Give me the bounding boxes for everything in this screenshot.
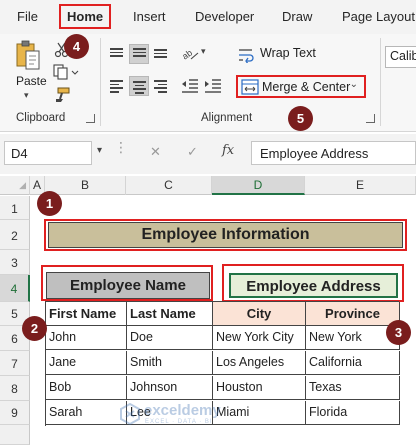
decrease-indent-icon (182, 79, 198, 93)
increase-indent-icon (205, 79, 221, 93)
table-cell[interactable]: Jane (46, 351, 127, 375)
orientation-chevron-down-icon[interactable]: ▾ (201, 46, 206, 57)
menu-bar: File Home Insert Developer Draw Page Lay… (0, 0, 416, 34)
formula-bar-handle-icon: ⋮ (114, 139, 128, 155)
row-header-4[interactable]: 4 (0, 275, 30, 302)
menu-file[interactable]: File (17, 9, 38, 24)
table-cell[interactable]: Bob (46, 376, 127, 400)
formula-buttons: ✕ ✓ fx (140, 141, 244, 165)
row-header-9[interactable]: 9 (0, 401, 30, 425)
enter-icon[interactable]: ✓ (187, 144, 198, 160)
formula-input[interactable]: Employee Address (251, 141, 416, 165)
table-cell[interactable]: California (306, 351, 400, 375)
menu-insert[interactable]: Insert (133, 9, 166, 24)
paste-chevron-down-icon[interactable]: ▾ (24, 90, 29, 101)
name-box-chevron-down-icon[interactable]: ▾ (97, 145, 102, 156)
row-header-2[interactable]: 2 (0, 220, 30, 250)
watermark-brand: exceldemy (144, 402, 221, 419)
middle-align-button[interactable] (129, 44, 149, 64)
merge-center-label[interactable]: Merge & Center (262, 80, 350, 94)
align-right-button[interactable] (151, 76, 171, 96)
table-cell[interactable]: John (46, 326, 127, 350)
table-cell[interactable]: Los Angeles (213, 351, 306, 375)
callout-badge-2: 2 (22, 316, 47, 341)
clipboard-group-label: Clipboard (16, 112, 66, 124)
row-header-10[interactable] (0, 425, 30, 445)
table-cell[interactable]: Johnson (127, 376, 213, 400)
table-cell[interactable]: Smith (127, 351, 213, 375)
alignment-launcher-icon[interactable] (366, 114, 375, 123)
table-header-city[interactable]: City (213, 302, 306, 326)
callout-badge-4: 4 (64, 34, 89, 59)
ribbon-separator (100, 38, 101, 126)
ribbon: Paste ▾ Clipboard ab ▾ Wrap Text Merge &… (0, 34, 416, 132)
watermark-tagline: EXCEL · DATA · BI (145, 419, 213, 425)
employee-information-title[interactable]: Employee Information (48, 222, 403, 248)
callout-badge-1: 1 (37, 191, 62, 216)
decrease-indent-button[interactable] (180, 76, 200, 96)
callout-badge-3: 3 (386, 320, 411, 345)
callout-badge-5: 5 (288, 106, 313, 131)
row-header-8[interactable]: 8 (0, 376, 30, 401)
row-header-1[interactable]: 1 (0, 196, 30, 220)
copy-icon[interactable] (53, 64, 79, 80)
bottom-align-button[interactable] (151, 44, 171, 64)
insert-function-icon[interactable]: fx (222, 143, 234, 158)
table-cell[interactable]: Houston (213, 376, 306, 400)
menu-page-layout[interactable]: Page Layout (342, 9, 415, 24)
increase-indent-button[interactable] (203, 76, 223, 96)
menu-developer[interactable]: Developer (195, 9, 254, 24)
alignment-group-label: Alignment (201, 112, 253, 124)
paste-label[interactable]: Paste (16, 74, 47, 88)
select-all-corner[interactable]: ◢ (0, 176, 30, 195)
svg-text:ab: ab (180, 48, 194, 62)
employee-name-header[interactable]: Employee Name (46, 272, 210, 299)
format-painter-icon[interactable] (53, 87, 71, 103)
table-cell[interactable]: Doe (127, 326, 213, 350)
ribbon-separator (380, 38, 381, 126)
table-cell[interactable]: Texas (306, 376, 400, 400)
merge-chevron-down-icon[interactable]: ⌄ (350, 79, 358, 90)
clipboard-icon (16, 40, 40, 70)
table-header-first-name[interactable]: First Name (46, 302, 127, 326)
formula-bar: D4 ▾ ⋮ ✕ ✓ fx Employee Address (0, 134, 416, 174)
table-cell[interactable]: Florida (306, 401, 400, 425)
table-cell[interactable]: New York City (213, 326, 306, 350)
row-header-3[interactable]: 3 (0, 250, 30, 275)
top-align-button[interactable] (107, 44, 127, 64)
column-header-d[interactable]: D (212, 176, 305, 195)
column-header-c[interactable]: C (126, 176, 212, 195)
wrap-text-icon (239, 49, 254, 63)
table-header-province[interactable]: Province (306, 302, 400, 326)
name-box[interactable]: D4 (4, 141, 92, 165)
column-header-row: ◢ A B C D E (0, 176, 416, 195)
table-cell[interactable]: Sarah (46, 401, 127, 425)
merge-center-icon (241, 79, 259, 95)
cancel-icon[interactable]: ✕ (150, 144, 161, 160)
column-header-e[interactable]: E (305, 176, 416, 195)
wrap-text-label[interactable]: Wrap Text (260, 46, 316, 60)
column-header-b[interactable]: B (45, 176, 126, 195)
employee-address-header[interactable]: Employee Address (229, 273, 398, 298)
exceldemy-watermark: exceldemy EXCEL · DATA · BI (118, 401, 268, 429)
merge-center-button[interactable]: Merge & Center ⌄ (236, 75, 366, 98)
menu-draw[interactable]: Draw (282, 9, 312, 24)
paste-button[interactable] (14, 40, 42, 70)
align-center-button[interactable] (129, 76, 149, 96)
home-highlight-box (59, 4, 111, 29)
row-header-7[interactable]: 7 (0, 351, 30, 376)
orientation-button[interactable]: ab (180, 44, 200, 64)
align-left-button[interactable] (107, 76, 127, 96)
clipboard-launcher-icon[interactable] (86, 114, 95, 123)
font-name-dropdown[interactable]: Calibri (385, 46, 416, 68)
orientation-icon: ab (180, 48, 199, 62)
exceldemy-logo-icon (120, 403, 140, 425)
table-header-last-name[interactable]: Last Name (127, 302, 213, 326)
